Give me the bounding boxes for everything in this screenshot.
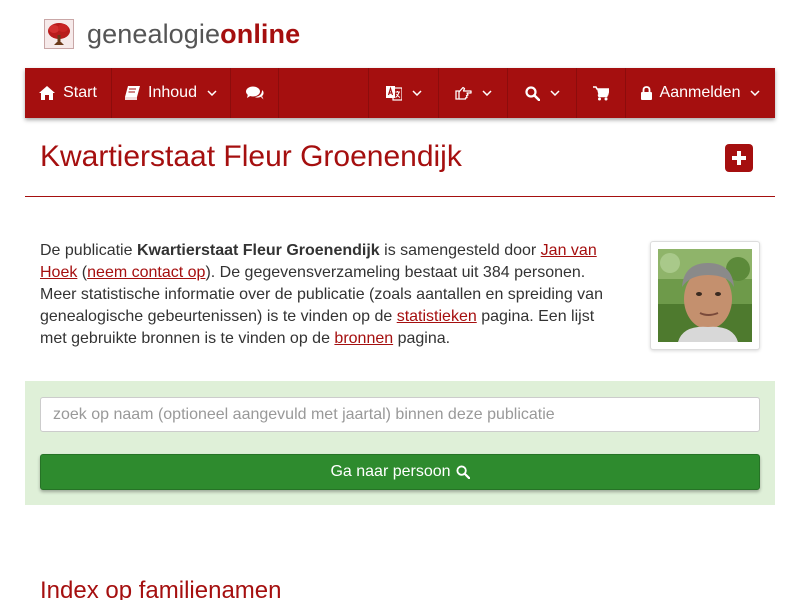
person-search-input[interactable]	[40, 397, 760, 432]
nav-spacer	[279, 68, 369, 118]
search-icon	[455, 465, 470, 479]
nav-forum[interactable]	[231, 68, 279, 118]
intro-text: (	[77, 264, 88, 281]
sources-link[interactable]: bronnen	[334, 330, 393, 347]
nav-search[interactable]	[508, 68, 577, 118]
hand-pointer-icon	[454, 86, 472, 100]
go-to-person-label: Ga naar persoon	[330, 463, 451, 480]
publication-name: Kwartierstaat Fleur Groenendijk	[136, 242, 380, 259]
intro-text: De publicatie	[40, 242, 137, 259]
intro-text: is samengesteld door	[379, 242, 541, 259]
nav-start[interactable]: Start	[25, 68, 112, 118]
nav-shop[interactable]	[577, 68, 626, 118]
plus-square-icon[interactable]	[725, 144, 753, 172]
search-panel: Ga naar persoon	[25, 381, 775, 505]
main-navbar: Start Inhoud Aanmelden	[25, 68, 775, 118]
chevron-down-icon	[411, 90, 422, 96]
nav-language[interactable]	[369, 68, 439, 118]
chevron-down-icon	[549, 90, 560, 96]
nav-login-label: Aanmelden	[659, 84, 741, 101]
tree-icon	[44, 19, 74, 49]
nav-login[interactable]: Aanmelden	[626, 68, 775, 118]
author-photo[interactable]	[650, 241, 760, 350]
contact-link[interactable]: neem contact op	[87, 264, 205, 281]
translate-icon	[385, 85, 402, 101]
brand[interactable]: genealogieonline	[44, 16, 300, 52]
search-icon	[524, 85, 540, 101]
surname-index-heading: Index op familienamen	[40, 577, 282, 600]
nav-like[interactable]	[439, 68, 508, 118]
home-icon	[39, 86, 56, 100]
comments-icon	[245, 86, 264, 100]
lock-icon	[640, 86, 652, 100]
nav-inhoud[interactable]: Inhoud	[112, 68, 231, 118]
nav-inhoud-label: Inhoud	[148, 84, 197, 101]
shopping-cart-icon	[593, 85, 609, 101]
go-to-person-button[interactable]: Ga naar persoon	[40, 454, 760, 490]
nav-start-label: Start	[63, 84, 97, 101]
publication-intro: De publicatie Kwartierstaat Fleur Groene…	[40, 240, 615, 350]
brand-name-part2: online	[220, 18, 301, 49]
brand-name-part1: genealogie	[87, 18, 221, 49]
chevron-down-icon	[481, 90, 492, 96]
book-icon	[125, 86, 141, 100]
chevron-down-icon	[207, 90, 217, 96]
statistics-link[interactable]: statistieken	[397, 308, 477, 325]
title-divider	[25, 196, 775, 197]
brand-name: genealogieonline	[87, 19, 300, 50]
page-title: Kwartierstaat Fleur Groenendijk	[40, 140, 462, 173]
intro-text: pagina.	[393, 330, 451, 347]
chevron-down-icon	[750, 90, 760, 96]
